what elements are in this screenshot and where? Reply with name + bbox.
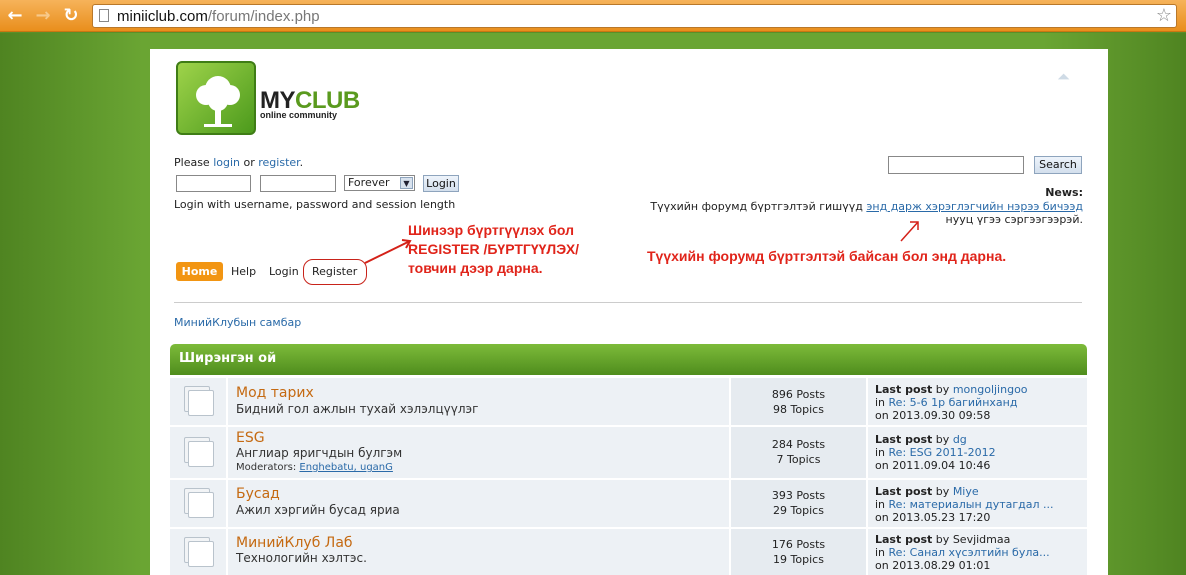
login-link[interactable]: login (213, 156, 240, 169)
browser-toolbar: ← → ↻ miniiclub.com/forum/index.php ☆ (0, 0, 1186, 32)
board-icon (184, 488, 214, 518)
post-count: 284 Posts (771, 438, 826, 451)
forum-title[interactable]: Мод тарих (236, 385, 314, 401)
login-prompt: Please login or register. (174, 156, 304, 169)
post-count: 393 Posts (771, 489, 826, 502)
breadcrumb[interactable]: МинийКлубын самбар (174, 316, 301, 329)
last-post-topic[interactable]: Re: 5-6 1р багийнханд (889, 396, 1018, 409)
post-count: 176 Posts (771, 538, 826, 551)
last-post-topic[interactable]: Re: материалын дутагдал ... (889, 498, 1054, 511)
search-button[interactable]: Search (1034, 156, 1082, 174)
forum-stats: 284 Posts 7 Topics (731, 427, 866, 478)
forum-description: Технологийн хэлтэс. (236, 551, 367, 565)
forum-title[interactable]: МинийКлуб Лаб (236, 535, 353, 551)
last-post-user[interactable]: dg (953, 433, 967, 446)
last-post: Last post by dg in Re: ESG 2011-2012 on … (868, 427, 1087, 478)
post-count: 896 Posts (771, 388, 826, 401)
last-post-user[interactable]: mongoljingoo (953, 383, 1028, 396)
news-label: News: (1045, 186, 1083, 199)
star-icon[interactable]: ☆ (1156, 5, 1172, 26)
tree-icon (196, 76, 240, 127)
menu-help[interactable]: Help (231, 265, 256, 278)
divider (174, 302, 1082, 303)
board-icon (184, 437, 214, 467)
forum-stats: 176 Posts 19 Topics (731, 529, 866, 575)
forum-description: Бидний гол ажлын тухай хэлэлцүүлэг (236, 402, 479, 416)
collapse-up-icon[interactable]: ⏶ (1057, 67, 1070, 87)
menu-login[interactable]: Login (269, 265, 299, 278)
table-row: ESG Англиар яригчдын булгэм Moderators: … (170, 427, 1087, 478)
site-logo[interactable] (176, 61, 256, 135)
back-arrow-icon[interactable]: ← (4, 5, 26, 27)
last-post: Last post by mongoljingoo in Re: 5-6 1р … (868, 378, 1087, 425)
forum-moderators: Moderators: Enghebatu, uganG (236, 462, 393, 473)
menu-home[interactable]: Home (176, 262, 223, 281)
last-post-topic[interactable]: Re: Санал хүсэлтийн була... (889, 546, 1050, 559)
annotation-news-help: Түүхийн форумд бүртгэлтэй байсан бол энд… (647, 248, 1007, 264)
last-post-topic[interactable]: Re: ESG 2011-2012 (889, 446, 996, 459)
forum-title[interactable]: Бусад (236, 486, 280, 502)
page-icon (99, 9, 109, 22)
last-post: Last post by Miye in Re: материалын дута… (868, 480, 1087, 527)
category-header[interactable]: Ширэнгэн ой (170, 344, 1087, 375)
table-row: Мод тарих Бидний гол ажлын тухай хэлэлцү… (170, 378, 1087, 425)
forum-title[interactable]: ESG (236, 430, 265, 446)
reload-icon[interactable]: ↻ (60, 5, 82, 27)
username-input[interactable] (176, 175, 251, 192)
address-bar[interactable]: miniiclub.com/forum/index.php ☆ (92, 4, 1177, 28)
forum-stats: 896 Posts 98 Topics (731, 378, 866, 425)
forum-page: MYCLUB online community ⏶ Please login o… (150, 49, 1108, 575)
session-length-select[interactable]: Forever ▼ (344, 175, 415, 191)
topic-count: 7 Topics (776, 453, 821, 466)
logo-subtitle: online community (260, 110, 338, 120)
search-input[interactable] (888, 156, 1024, 174)
news-text: Түүхийн форумд бүртгэлтэй гишүүд энд дар… (650, 200, 1083, 226)
last-post-user[interactable]: Miye (953, 485, 979, 498)
last-post: Last post by Sevjidmaa in Re: Санал хүсэ… (868, 529, 1087, 575)
password-input[interactable] (260, 175, 336, 192)
forum-stats: 393 Posts 29 Topics (731, 480, 866, 527)
table-row: Бусад Ажил хэргийн бусад яриа 393 Posts … (170, 480, 1087, 527)
topic-count: 29 Topics (773, 504, 824, 517)
chevron-down-icon: ▼ (400, 177, 413, 189)
login-button[interactable]: Login (423, 175, 459, 192)
forum-description: Ажил хэргийн бусад яриа (236, 503, 400, 517)
register-highlight-oval (303, 259, 367, 285)
forward-arrow-icon[interactable]: → (32, 5, 54, 27)
annotation-register-help: Шинээр бүртгүүлэх бол REGISTER /БҮРТГҮҮЛ… (408, 222, 580, 276)
board-icon (184, 537, 214, 567)
topic-count: 19 Topics (773, 553, 824, 566)
table-row: МинийКлуб Лаб Технологийн хэлтэс. 176 Po… (170, 529, 1087, 575)
board-icon (184, 386, 214, 416)
news-link[interactable]: энд дарж хэрэглэгчийн нэрээ бичээд (866, 200, 1083, 213)
login-help-text: Login with username, password and sessio… (174, 198, 456, 211)
register-link[interactable]: register (258, 156, 299, 169)
topic-count: 98 Topics (773, 403, 824, 416)
forum-description: Англиар яригчдын булгэм (236, 446, 403, 460)
last-post-user[interactable]: Sevjidmaa (953, 533, 1011, 546)
url-text: miniiclub.com/forum/index.php (117, 8, 320, 25)
